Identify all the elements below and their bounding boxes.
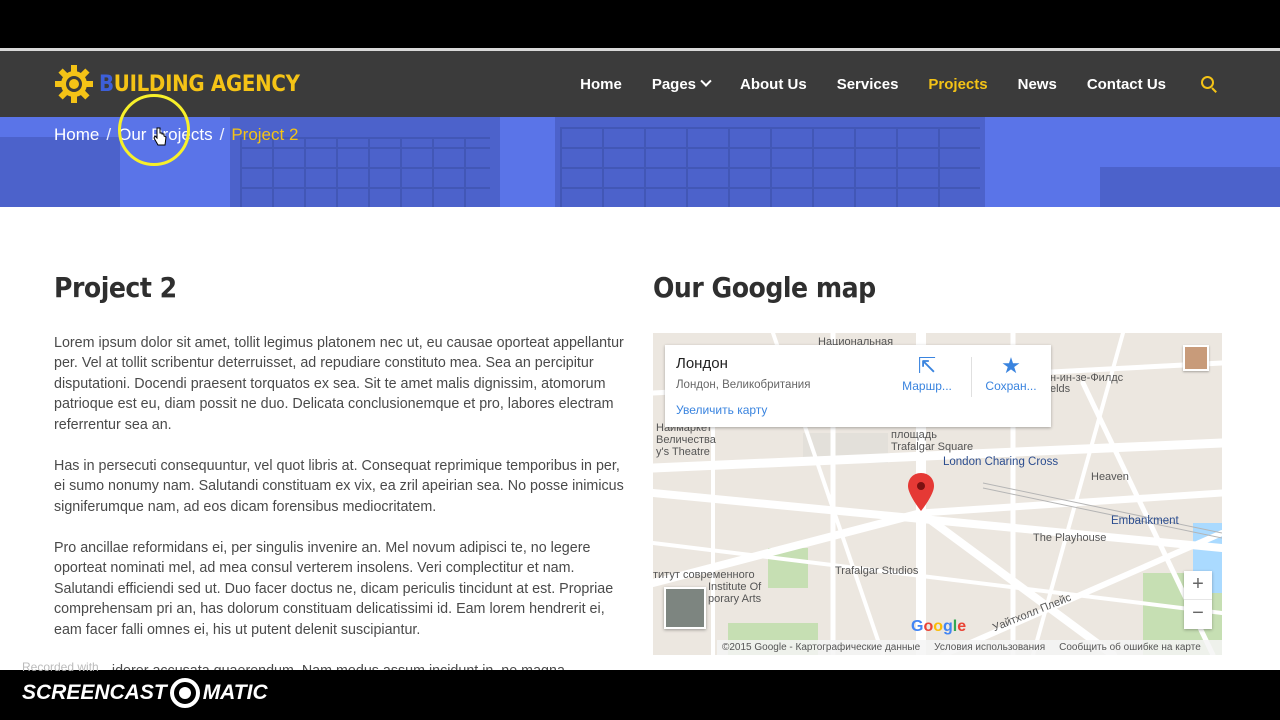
brand-right: MATIC <box>202 681 268 704</box>
star-icon: ★ <box>1001 353 1021 378</box>
map-footer: ©2015 Google - Картографические данные У… <box>717 640 1222 655</box>
map-label: elds <box>1050 383 1071 395</box>
zoom-control: + − <box>1184 571 1212 629</box>
map-label: y's Theatre <box>656 446 710 458</box>
place-name: Лондон <box>676 355 728 372</box>
user-avatar[interactable] <box>1183 345 1209 371</box>
map-label: титут современного <box>653 569 755 581</box>
enlarge-map-link[interactable]: Увеличить карту <box>676 403 767 417</box>
screencast-o-matic-watermark: SCREENCAST MATIC <box>22 678 268 708</box>
banner-building <box>1100 167 1280 207</box>
satellite-toggle[interactable] <box>664 587 706 629</box>
directions-button[interactable]: ⇱ Маршр... <box>897 353 957 393</box>
project-paragraph: Has in persecuti consequuntur, vel quot … <box>54 458 624 515</box>
nav-projects[interactable]: Projects <box>928 76 987 93</box>
nav-home[interactable]: Home <box>580 76 622 93</box>
breadcrumb-home[interactable]: Home <box>54 125 99 145</box>
record-icon <box>169 678 200 708</box>
breadcrumb-separator: / <box>106 125 112 144</box>
project-paragraph: ...iderer accusata quaerendum. Nam modus… <box>54 661 626 670</box>
map-label: London Charing Cross <box>943 456 1059 468</box>
nav-pages[interactable]: Pages <box>651 75 712 93</box>
banner-scaffold <box>240 137 490 207</box>
nav-services[interactable]: Services <box>837 76 899 93</box>
zoom-out-button[interactable]: − <box>1184 600 1212 629</box>
banner-scaffold <box>560 127 980 207</box>
zoom-in-button[interactable]: + <box>1184 571 1212 600</box>
breadcrumb-current: Project 2 <box>231 125 299 144</box>
map-label: Heaven <box>1091 471 1129 483</box>
project-paragraph: Pro ancillae reformidans ei, per singuli… <box>54 540 614 638</box>
map-label: Institute Of <box>708 581 762 593</box>
google-letter: G <box>911 618 924 635</box>
brand-left: SCREENCAST <box>22 681 167 704</box>
card-divider <box>971 357 972 397</box>
video-top-bar <box>0 0 1280 48</box>
nav-news[interactable]: News <box>1018 76 1057 93</box>
map-label: Trafalgar Studios <box>835 565 919 577</box>
directions-label: Маршр... <box>902 379 952 393</box>
google-letter: g <box>943 618 953 635</box>
google-map[interactable]: Национальная н-ин-зе-Филдс elds Hаймарке… <box>653 333 1222 655</box>
directions-icon: ⇱ <box>917 353 937 378</box>
search-icon[interactable] <box>1198 73 1220 95</box>
map-label: Величества <box>656 434 716 446</box>
logo-text: BUILDING AGENCY <box>99 71 300 97</box>
chevron-down-icon <box>700 75 712 87</box>
nav-contact-us[interactable]: Contact Us <box>1087 76 1166 93</box>
map-label: площадь <box>891 429 937 441</box>
site-header: BUILDING AGENCY Home Pages About Us Serv… <box>0 51 1280 117</box>
map-label: porary Arts <box>708 593 762 605</box>
place-address: Лондон, Великобритания <box>676 379 811 391</box>
nav-pages-label: Pages <box>651 75 697 93</box>
google-letter: o <box>933 618 944 635</box>
project-title: Project 2 <box>54 271 177 304</box>
site-logo[interactable]: BUILDING AGENCY <box>54 64 300 104</box>
map-section-title: Our Google map <box>653 271 876 304</box>
map-label: Trafalgar Square <box>891 441 974 453</box>
recorded-with-text: Recorded with <box>22 660 99 674</box>
save-button[interactable]: ★ Сохран... <box>981 353 1041 393</box>
hand-cursor-icon <box>153 127 167 146</box>
main-content: Project 2 Lorem ipsum dolor sit amet, to… <box>0 207 1280 670</box>
main-menu: Home Pages About Us Services Projects Ne… <box>580 51 1280 117</box>
map-copyright: ©2015 Google - Картографические данные <box>722 642 921 653</box>
page-banner: Home / Our Projects / Project 2 <box>0 117 1280 207</box>
google-logo: Google <box>911 618 966 636</box>
banner-building <box>0 137 120 207</box>
save-label: Сохран... <box>985 379 1037 393</box>
map-label: The Playhouse <box>1033 532 1107 544</box>
google-letter: e <box>957 618 967 635</box>
map-report-link[interactable]: Сообщить об ошибке на карте <box>1059 642 1201 653</box>
gear-icon <box>55 65 93 103</box>
map-pin-icon[interactable] <box>908 473 934 513</box>
google-letter: o <box>923 618 934 635</box>
project-paragraph: Lorem ipsum dolor sit amet, tollit legim… <box>54 335 624 433</box>
breadcrumb-separator: / <box>219 125 225 144</box>
place-info-card: Лондон Лондон, Великобритания Увеличить … <box>665 345 1051 427</box>
map-label: Embankment <box>1111 515 1179 527</box>
nav-about-us[interactable]: About Us <box>740 76 807 93</box>
map-terms-link[interactable]: Условия использования <box>934 642 1045 653</box>
